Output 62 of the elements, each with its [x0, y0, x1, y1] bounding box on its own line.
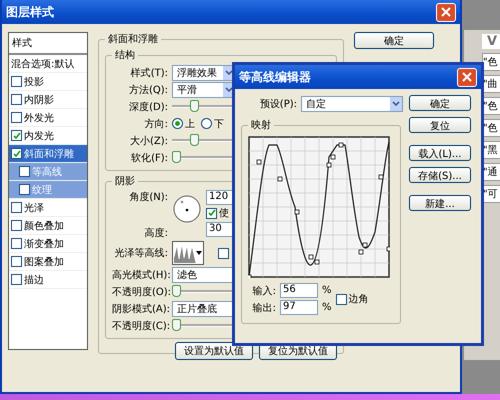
field-label: 不透明度(C): — [112, 320, 168, 332]
style-item[interactable]: 投影 — [9, 73, 87, 91]
style-item[interactable]: 外发光 — [9, 109, 87, 127]
field-label: 光泽等高线: — [114, 246, 168, 260]
style-label: 渐变叠加 — [24, 238, 64, 250]
field-label: 高光模式(H): — [112, 268, 168, 282]
group-title: 阴影 — [114, 175, 136, 188]
group-title: 映射 — [250, 118, 272, 132]
input-field[interactable]: 56 — [280, 283, 318, 298]
style-label: 等高线 — [32, 166, 62, 178]
field-label: 不透明度(O): — [112, 286, 168, 298]
checkbox-label: 边角 — [348, 292, 369, 306]
field-label: 角度(N): — [128, 190, 168, 204]
section-title: 斜面和浮雕 — [107, 32, 159, 46]
dialog-button[interactable]: 存储(S)... — [409, 167, 471, 183]
style-item[interactable]: 颜色叠加 — [9, 217, 87, 235]
style-label: 内发光 — [24, 130, 54, 142]
tool-letter: V — [482, 34, 500, 49]
field-label: 输出: — [252, 302, 276, 314]
field-label: 软化(F): — [130, 152, 168, 164]
field-label: 大小(Z): — [128, 134, 168, 148]
style-item[interactable]: 渐变叠加 — [9, 235, 87, 253]
dialog-button[interactable]: 复位 — [409, 117, 471, 133]
style-label: 内阴影 — [24, 94, 54, 106]
dialog-button[interactable]: 载入(L)... — [409, 145, 471, 161]
dialog-button[interactable]: 确定 — [354, 32, 434, 49]
style-item[interactable]: 光泽 — [9, 199, 87, 217]
field-label: 高度: — [144, 226, 168, 240]
group-title: 结构 — [114, 48, 136, 62]
field-label: 方法(Q): — [128, 84, 168, 96]
unit-label: % — [322, 285, 332, 296]
field-label: 样式(T): — [130, 66, 168, 80]
radio-label: 下 — [214, 118, 224, 130]
style-label: 颜色叠加 — [24, 220, 64, 232]
style-item[interactable]: 描边 — [9, 271, 87, 289]
field-label: 输入: — [252, 284, 276, 298]
window-title: 等高线编辑器 — [239, 68, 311, 86]
field-label: 深度(D): — [128, 100, 168, 114]
field-label: 预设(P): — [258, 98, 297, 110]
style-label: 光泽 — [24, 202, 44, 214]
style-label: 纹理 — [32, 184, 52, 196]
style-label: 斜面和浮雕 — [24, 148, 74, 160]
checkbox-label: 使 — [219, 207, 229, 220]
style-item[interactable]: 斜面和浮雕 — [9, 145, 87, 163]
unit-label: % — [322, 302, 332, 313]
field-label: 阴影模式(A): — [112, 302, 168, 316]
output-field[interactable]: 97 — [280, 300, 318, 315]
style-label: 描边 — [24, 274, 44, 286]
style-label: 外发光 — [24, 112, 54, 124]
dialog-button[interactable]: 新建... — [409, 195, 471, 211]
blend-options-item[interactable]: 混合选项:默认 — [9, 55, 87, 73]
window-title: 图层样式 — [6, 4, 54, 20]
style-label: 投影 — [24, 76, 44, 88]
default-button[interactable]: 设置为默认值 — [175, 342, 253, 360]
radio-label: 上 — [185, 118, 195, 130]
layer-item[interactable]: "色 — [482, 53, 500, 71]
dialog-button[interactable]: 确定 — [409, 95, 471, 111]
field-label: 方向: — [144, 118, 168, 130]
preset-dropdown[interactable]: 自定 — [301, 96, 403, 112]
style-item[interactable]: 图案叠加 — [9, 253, 87, 271]
style-label: 图案叠加 — [24, 256, 64, 268]
style-item[interactable]: 内阴影 — [9, 91, 87, 109]
